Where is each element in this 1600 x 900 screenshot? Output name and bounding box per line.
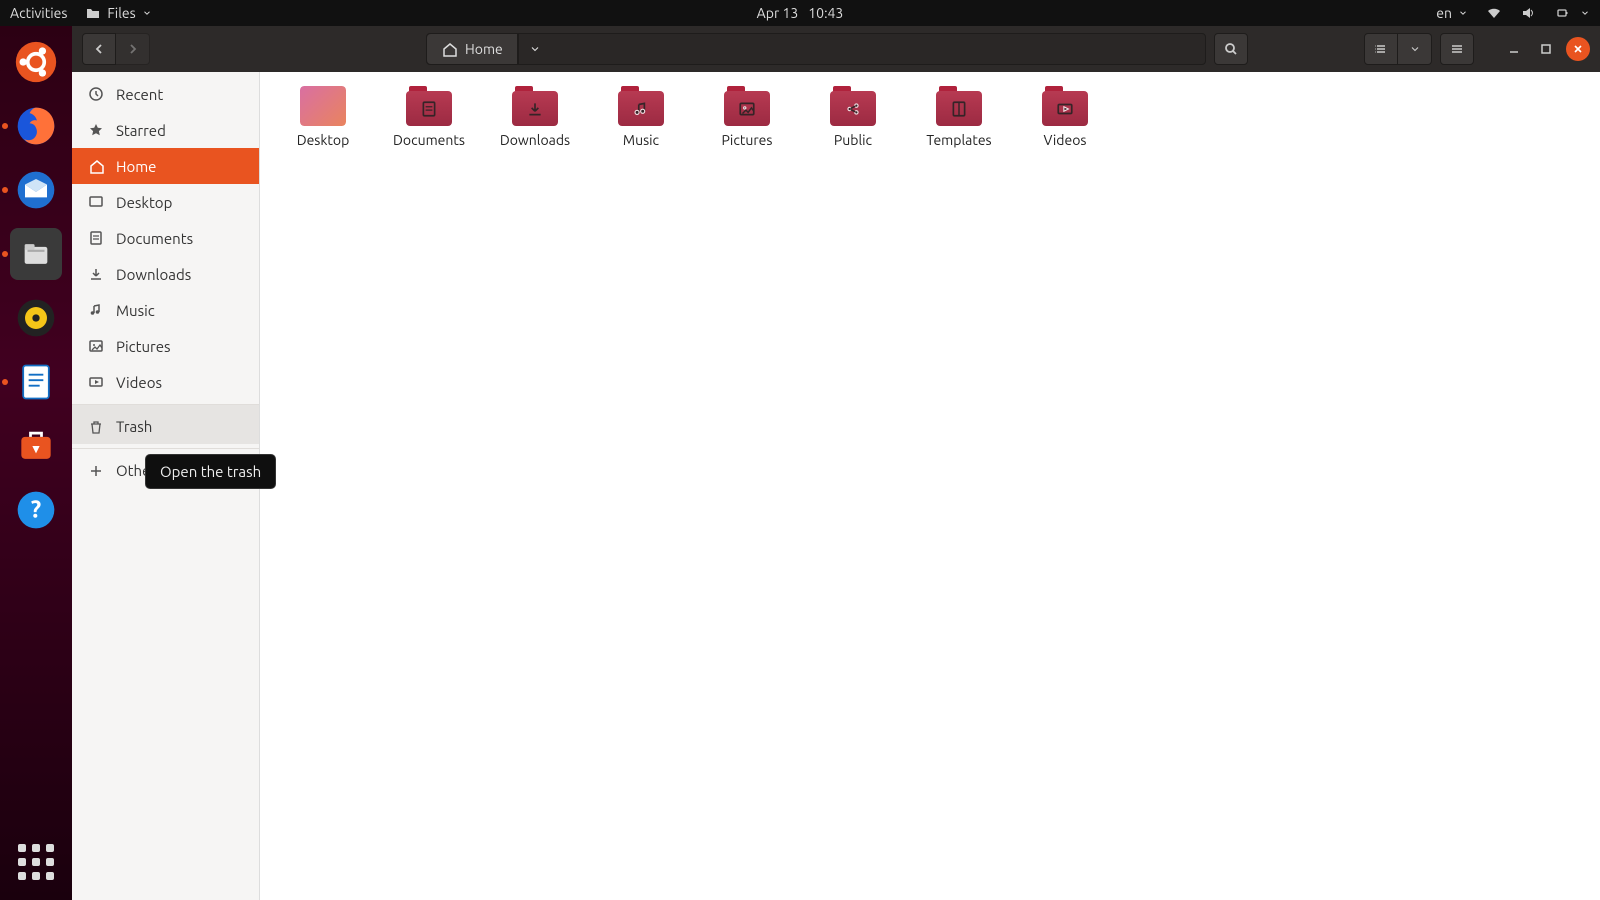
sidebar-item-label: Music: [116, 302, 155, 319]
path-segment-home[interactable]: Home: [427, 34, 518, 64]
view-options-button[interactable]: [1398, 33, 1432, 65]
nav-buttons: [82, 33, 150, 65]
folder-music[interactable]: Music: [588, 86, 694, 148]
app-menu-label: Files: [107, 5, 135, 21]
folder-icon: [618, 86, 664, 126]
minimize-button[interactable]: [1502, 37, 1526, 61]
close-button[interactable]: [1566, 37, 1590, 61]
sidebar-item-desktop[interactable]: Desktop: [72, 184, 259, 220]
folder-documents[interactable]: Documents: [376, 86, 482, 148]
list-view-button[interactable]: [1364, 33, 1398, 65]
sidebar-item-label: Recent: [116, 86, 163, 103]
back-button[interactable]: [82, 33, 116, 65]
date-label: Apr 13: [757, 5, 799, 21]
time-label: 10:43: [808, 5, 843, 21]
sidebar-item-label: Downloads: [116, 266, 191, 283]
folder-label: Desktop: [297, 132, 350, 148]
folder-label: Documents: [393, 132, 465, 148]
tooltip: Open the trash: [145, 454, 276, 489]
search-button[interactable]: [1214, 33, 1248, 65]
folder-icon: [830, 86, 876, 126]
sidebar-item-label: Pictures: [116, 338, 171, 355]
files-window: Home Recent Starred Home Desktop Documen…: [72, 26, 1600, 900]
folder-videos[interactable]: Videos: [1012, 86, 1118, 148]
top-panel: Activities Files Apr 13 10:43 en: [0, 0, 1600, 26]
sidebar-item-label: Documents: [116, 230, 193, 247]
folder-pictures[interactable]: Pictures: [694, 86, 800, 148]
home-icon: [441, 41, 457, 57]
forward-button[interactable]: [116, 33, 150, 65]
input-source-indicator[interactable]: en: [1436, 5, 1468, 21]
folder-label: Public: [834, 132, 872, 148]
sidebar-item-music[interactable]: Music: [72, 292, 259, 328]
folder-label: Music: [623, 132, 659, 148]
toolbar: Home: [72, 26, 1600, 72]
sidebar-item-home[interactable]: Home: [72, 148, 259, 184]
folder-label: Videos: [1044, 132, 1087, 148]
show-applications-button[interactable]: [10, 836, 62, 888]
sidebar-item-videos[interactable]: Videos: [72, 364, 259, 400]
folder-downloads[interactable]: Downloads: [482, 86, 588, 148]
folder-icon: [1042, 86, 1088, 126]
dock-app-writer[interactable]: [10, 356, 62, 408]
input-source-label: en: [1436, 5, 1452, 21]
dock-app-files[interactable]: [10, 228, 62, 280]
view-switcher: [1364, 33, 1432, 65]
sidebar-item-starred[interactable]: Starred: [72, 112, 259, 148]
sidebar-item-recent[interactable]: Recent: [72, 76, 259, 112]
svg-text:?: ?: [31, 495, 41, 522]
path-bar: Home: [426, 33, 1206, 65]
app-menu[interactable]: Files: [85, 5, 151, 21]
maximize-button[interactable]: [1534, 37, 1558, 61]
folder-label: Templates: [926, 132, 991, 148]
folder-label: Pictures: [722, 132, 773, 148]
folder-label: Downloads: [500, 132, 570, 148]
folder-icon: [85, 5, 101, 21]
dock: ?: [0, 26, 72, 900]
sidebar-item-label: Videos: [116, 374, 162, 391]
hamburger-menu-button[interactable]: [1440, 33, 1474, 65]
power-indicator[interactable]: [1554, 5, 1590, 21]
chevron-down-icon: [1458, 8, 1468, 18]
dock-app-rhythmbox[interactable]: [10, 292, 62, 344]
activities-button[interactable]: Activities: [10, 5, 67, 21]
folder-icon: [724, 86, 770, 126]
sidebar-item-trash[interactable]: Trash: [72, 404, 259, 444]
folder-icon: [936, 86, 982, 126]
path-menu-button[interactable]: [518, 34, 551, 64]
dock-app-ubuntu[interactable]: [10, 36, 62, 88]
clock[interactable]: Apr 13 10:43: [757, 5, 844, 21]
folder-public[interactable]: Public: [800, 86, 906, 148]
sidebar-item-label: Home: [116, 158, 156, 175]
dock-app-help[interactable]: ?: [10, 484, 62, 536]
path-label: Home: [465, 41, 503, 57]
sidebar-item-pictures[interactable]: Pictures: [72, 328, 259, 364]
icon-view[interactable]: Desktop Documents Downloads Music Pictur…: [260, 72, 1600, 900]
desktop-folder-icon: [300, 86, 346, 126]
dock-app-software[interactable]: [10, 420, 62, 472]
sidebar-item-documents[interactable]: Documents: [72, 220, 259, 256]
folder-icon: [512, 86, 558, 126]
dock-app-firefox[interactable]: [10, 100, 62, 152]
sidebar-item-downloads[interactable]: Downloads: [72, 256, 259, 292]
folder-icon: [406, 86, 452, 126]
sidebar-item-label: Desktop: [116, 194, 172, 211]
chevron-down-icon: [142, 8, 152, 18]
sidebar-item-label: Trash: [116, 418, 152, 435]
folder-desktop[interactable]: Desktop: [270, 86, 376, 148]
network-indicator[interactable]: [1486, 5, 1502, 21]
volume-indicator[interactable]: [1520, 5, 1536, 21]
sidebar-item-label: Starred: [116, 122, 166, 139]
folder-templates[interactable]: Templates: [906, 86, 1012, 148]
dock-app-thunderbird[interactable]: [10, 164, 62, 216]
